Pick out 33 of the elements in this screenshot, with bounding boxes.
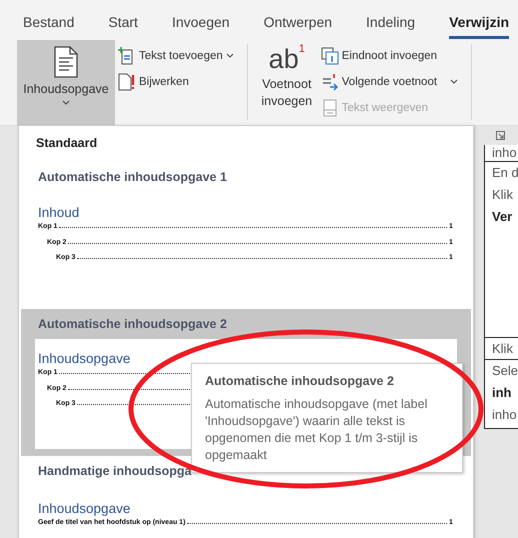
ribbon-command[interactable]: Eindnoot invoegen	[318, 44, 462, 67]
preview-heading: Inhoud	[38, 205, 80, 221]
notes-icon	[320, 98, 339, 116]
caret-icon	[62, 100, 70, 105]
next-footnote-icon	[320, 72, 339, 90]
page-alert-icon	[118, 72, 136, 90]
document-text: Klik	[492, 340, 514, 358]
document-text: inho	[492, 145, 518, 161]
caret-icon	[450, 79, 458, 84]
dialog-launcher-icon[interactable]	[496, 131, 505, 140]
document-text: Klik	[492, 186, 514, 204]
ribbon-tab[interactable]: Bestand	[23, 6, 74, 38]
document-text: Ver	[492, 208, 514, 226]
ribbon-command[interactable]: Volgende voetnoot	[318, 70, 462, 93]
tooltip-title: Automatische inhoudsopgave 2	[205, 374, 395, 388]
document-icon	[53, 46, 79, 78]
caret-icon	[226, 53, 234, 58]
ribbon-tab[interactable]: Indeling	[366, 6, 416, 38]
endnote-icon	[320, 46, 339, 64]
preview-heading: Inhoudsopgave	[38, 501, 130, 517]
ribbon-tab[interactable]: Invoegen	[172, 6, 230, 38]
gallery-header: Standaard	[35, 135, 98, 152]
ribbon-tab[interactable]: Ontwerpen	[264, 6, 332, 38]
table-of-contents-button[interactable]: Inhoudsopgave	[17, 40, 115, 126]
document-text: En d	[492, 164, 518, 182]
insert-footnote-button[interactable]: ab$^{1}$ Voetnoot invoegen	[256, 40, 318, 114]
preview-heading: Inhoudsopgave	[38, 351, 130, 367]
document-text: inh	[492, 384, 512, 402]
ribbon-command[interactable]: Tekst toevoegen	[115, 44, 237, 67]
ribbon-command[interactable]: Bijwerken	[115, 70, 237, 93]
ribbon-tab[interactable]: Start	[108, 6, 138, 38]
document-text: Sele	[492, 362, 518, 380]
document-text: inho	[492, 406, 518, 424]
